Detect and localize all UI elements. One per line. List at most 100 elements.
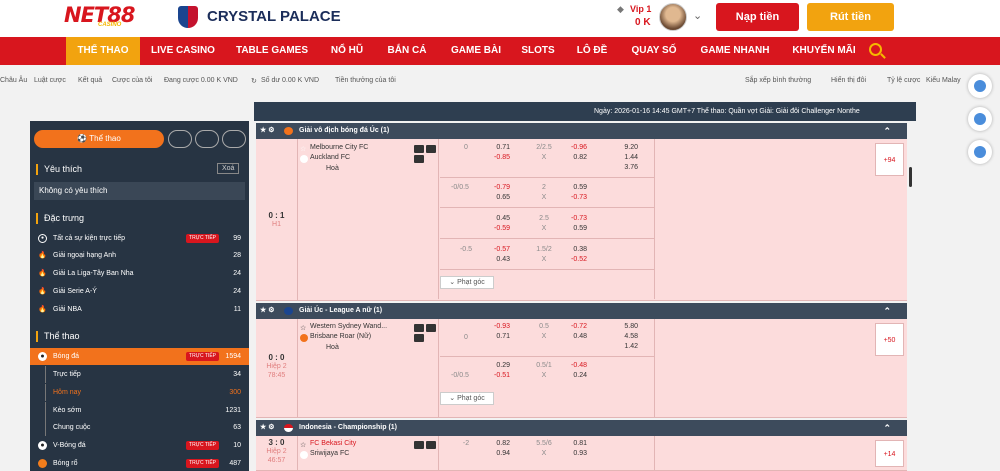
match-time: H1 bbox=[272, 221, 281, 228]
balance: 0 K bbox=[635, 17, 651, 28]
gear-icon[interactable] bbox=[222, 130, 246, 148]
tv-icon bbox=[414, 333, 426, 342]
toolbar-so-du: Số dư 0.00 K VND bbox=[261, 77, 319, 84]
fire-icon: 🔥 bbox=[38, 288, 47, 295]
match-clock: 78:45 bbox=[267, 372, 286, 379]
deposit-button[interactable]: Nạp tiền bbox=[716, 3, 799, 31]
favorites-heading: Yêu thích bbox=[35, 164, 82, 175]
soccer-ball-icon: ● bbox=[38, 441, 47, 450]
odds-label: Tỷ lệ cược bbox=[887, 77, 921, 84]
collapse-icon: ⌃ bbox=[883, 126, 891, 136]
nav-item-live-casino[interactable]: LIVE CASINO bbox=[142, 37, 224, 65]
event-row: 0 : 1 H1 ☆ Melbourne City FC Auckland FC… bbox=[256, 139, 907, 301]
nav-item-no-hu[interactable]: NỔ HŨ bbox=[322, 37, 372, 65]
avatar[interactable] bbox=[659, 3, 687, 31]
basketball-icon bbox=[38, 459, 47, 468]
announcement-text: Ngày: 2026-01-16 14:45 GMT+7 Thể thao: Q… bbox=[594, 108, 860, 115]
tab-sports-label: Thể thao bbox=[89, 134, 121, 143]
home-team: Melbourne City FC bbox=[310, 144, 369, 151]
partner-name: CRYSTAL PALACE bbox=[207, 8, 341, 25]
search-icon[interactable] bbox=[869, 43, 882, 56]
flag-icon bbox=[284, 424, 293, 432]
collapse-icon: ⌃ bbox=[883, 306, 891, 316]
match-clock: 46:57 bbox=[267, 457, 286, 464]
collapse-icon: ⌃ bbox=[883, 423, 891, 433]
main-nav: THỂ THAO LIVE CASINO TABLE GAMES NỔ HŨ B… bbox=[0, 37, 1000, 65]
display-select[interactable]: Hiển thị đôi bbox=[831, 77, 866, 84]
nav-item-slots[interactable]: SLOTS bbox=[514, 37, 562, 65]
soccer-ball-icon: ● bbox=[38, 352, 47, 361]
chevron-down-icon[interactable]: ⌄ bbox=[693, 9, 702, 22]
scrollbar[interactable] bbox=[909, 167, 912, 187]
toolbar-ket-qua[interactable]: Kết quả bbox=[78, 77, 102, 84]
sports-heading: Thể thao bbox=[36, 331, 80, 342]
flag-icon bbox=[284, 307, 293, 315]
sidebar-item-all-live[interactable]: ● Tất cả sự kiện trực tiếp TRỰC TIẾP 99 bbox=[30, 230, 249, 247]
chat-icon[interactable] bbox=[968, 74, 992, 98]
toolbar-tien-thuong[interactable]: Tiền thưởng của tôi bbox=[335, 77, 396, 84]
nav-item-game-bai[interactable]: GAME BÀI bbox=[442, 37, 510, 65]
nav-item-the-thao[interactable]: THỂ THAO bbox=[66, 37, 140, 65]
league-header[interactable]: ★ ⚙ Giải Úc - League A nữ (1) ⌃ bbox=[256, 303, 907, 319]
tab-sports[interactable]: ⚽ Thể thao bbox=[34, 130, 164, 148]
league-name: Giải vô địch bóng đá Úc (1) bbox=[299, 127, 390, 134]
league-name: Indonesia - Championship (1) bbox=[299, 424, 398, 431]
announcement-bar: Ngày: 2026-01-16 14:45 GMT+7 Thể thao: Q… bbox=[254, 102, 916, 121]
star-icon: ☆ bbox=[300, 325, 307, 332]
favorites-empty: Không có yêu thích bbox=[34, 182, 245, 200]
sidebar-item-truc-tiep[interactable]: Trực tiếp 34 bbox=[30, 366, 249, 383]
away-team: Brisbane Roar (Nữ) bbox=[310, 333, 372, 340]
corner-button[interactable]: ⌄ Phạt góc bbox=[440, 392, 494, 405]
sidebar-item-bong-ro[interactable]: Bóng rổ TRỰC TIẾP 487 bbox=[30, 455, 249, 471]
toolbar-dang-cuoc: Đang cược 0.00 K VND bbox=[164, 77, 238, 84]
more-markets-button[interactable]: +94 bbox=[875, 143, 904, 176]
sidebar-item-keo-som[interactable]: Kèo sớm 1231 bbox=[30, 402, 249, 419]
refresh-icon[interactable]: ↻ bbox=[251, 77, 257, 85]
nav-item-table-games[interactable]: TABLE GAMES bbox=[228, 37, 316, 65]
nav-item-lo-de[interactable]: LÔ ĐỀ bbox=[566, 37, 618, 65]
home-team: Western Sydney Wand... bbox=[310, 323, 388, 330]
toolbar-cuoc-cua-toi[interactable]: Cược của tôi bbox=[112, 77, 152, 84]
vip-level: Vip 1 bbox=[630, 4, 652, 14]
toolbar-chau-au[interactable]: Châu Âu bbox=[0, 77, 27, 84]
stats-icon bbox=[414, 144, 438, 153]
diamond-icon: ◆ bbox=[617, 4, 624, 14]
bet-slip-icon[interactable] bbox=[168, 130, 192, 148]
sidebar-item-seriea[interactable]: 🔥 Giải Serie A-Ý 24 bbox=[30, 283, 249, 300]
sidebar-item-hom-nay[interactable]: Hôm nay 300 bbox=[30, 384, 249, 401]
sidebar-item-laliga[interactable]: 🔥 Giải La Liga-Tây Ban Nha 24 bbox=[30, 265, 249, 282]
star-icon: ☆ bbox=[300, 442, 307, 449]
league-header[interactable]: ★ ⚙ Giải vô địch bóng đá Úc (1) ⌃ bbox=[256, 123, 907, 139]
away-team: Auckland FC bbox=[310, 154, 351, 161]
nav-item-quay-so[interactable]: QUAY SỐ bbox=[622, 37, 686, 65]
sort-select[interactable]: Sắp xếp bình thường bbox=[745, 77, 811, 84]
telegram-icon[interactable] bbox=[968, 107, 992, 131]
sidebar-item-bong-da[interactable]: ● Bóng đá TRỰC TIẾP 1594 bbox=[30, 348, 249, 365]
header: NET88 CASINO CRYSTAL PALACE ◆ Vip 1 0 K … bbox=[0, 0, 1000, 37]
sidebar-item-chung-cuoc[interactable]: Chung cuộc 63 bbox=[30, 419, 249, 436]
toolbar-luat-cuoc[interactable]: Luật cược bbox=[34, 77, 66, 84]
sidebar-item-epl[interactable]: 🔥 Giải ngoại hạng Anh 28 bbox=[30, 247, 249, 264]
odds-type-select[interactable]: Kiểu Malay bbox=[926, 77, 961, 84]
withdraw-button[interactable]: Rút tiền bbox=[807, 3, 894, 31]
star-icon: ★ ⚙ bbox=[260, 127, 275, 134]
away-team: Sriwijaya FC bbox=[310, 450, 350, 457]
more-markets-button[interactable]: +14 bbox=[875, 440, 904, 467]
nav-item-ban-ca[interactable]: BẮN CÁ bbox=[378, 37, 436, 65]
match-time: Hiệp 2 bbox=[266, 363, 287, 370]
event-row: 3 : 0 Hiệp 2 46:57 ☆ FC Bekasi City Sriw… bbox=[256, 436, 907, 471]
nav-item-game-nhanh[interactable]: GAME NHANH bbox=[690, 37, 780, 65]
league-header[interactable]: ★ ⚙ Indonesia - Championship (1) ⌃ bbox=[256, 420, 907, 436]
support-icon[interactable] bbox=[968, 140, 992, 164]
user-icon[interactable] bbox=[195, 130, 219, 148]
star-icon: ★ ⚙ bbox=[260, 307, 275, 314]
sidebar-item-nba[interactable]: 🔥 Giải NBA 11 bbox=[30, 301, 249, 318]
star-icon: ★ ⚙ bbox=[260, 424, 275, 431]
sidebar-item-v-bong-da[interactable]: ● V-Bóng đá TRỰC TIẾP 10 bbox=[30, 437, 249, 454]
odds-table: ★ ⚙ Giải vô địch bóng đá Úc (1) ⌃ 0 : 1 H… bbox=[256, 121, 907, 471]
corner-button[interactable]: ⌄ Phạt góc bbox=[440, 276, 494, 289]
more-markets-button[interactable]: +50 bbox=[875, 323, 904, 356]
clear-favorites-button[interactable]: Xoá bbox=[217, 163, 240, 174]
featured-heading: Đặc trưng bbox=[35, 213, 84, 224]
nav-item-khuyen-mai[interactable]: KHUYẾN MÃI bbox=[784, 37, 864, 65]
